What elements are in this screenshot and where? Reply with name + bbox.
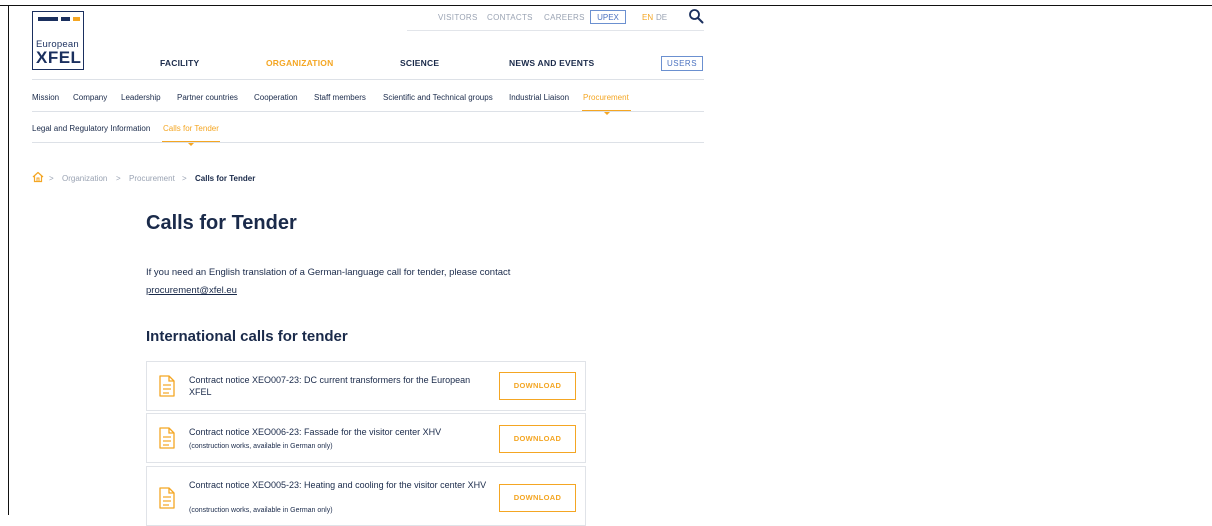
logo-bar: [61, 17, 70, 21]
subnav-staff-members[interactable]: Staff members: [314, 93, 366, 102]
nav-news-and-events[interactable]: NEWS AND EVENTS: [509, 58, 594, 68]
subnav-leadership[interactable]: Leadership: [121, 93, 161, 102]
subnav-scientific-technical-groups[interactable]: Scientific and Technical groups: [383, 93, 493, 102]
download-button[interactable]: DOWNLOAD: [499, 484, 576, 512]
nav-facility[interactable]: FACILITY: [160, 58, 199, 68]
tender-title[interactable]: Contract notice XEO007-23: DC current tr…: [189, 374, 489, 398]
main-nav-divider: [32, 79, 704, 80]
subnav-procurement[interactable]: Procurement: [583, 93, 629, 102]
users-button[interactable]: USERS: [661, 56, 703, 71]
subnav-calls-for-tender[interactable]: Calls for Tender: [163, 124, 219, 133]
util-link-visitors[interactable]: VISITORS: [438, 13, 478, 22]
frame-top-border: [0, 5, 1212, 6]
language-de[interactable]: DE: [656, 13, 667, 22]
tender-card: Contract notice XEO007-23: DC current tr…: [146, 361, 586, 411]
tender-title[interactable]: Contract notice XEO006-23: Fassade for t…: [189, 426, 489, 438]
nav-science[interactable]: SCIENCE: [400, 58, 439, 68]
tender-note: (construction works, available in German…: [189, 443, 333, 450]
subnav-partner-countries[interactable]: Partner countries: [177, 93, 238, 102]
language-en[interactable]: EN: [642, 13, 653, 22]
tender-note: (construction works, available in German…: [189, 507, 333, 514]
subsubnav-active-indicator-arrow: [188, 143, 194, 146]
nav-organization[interactable]: ORGANIZATION: [266, 58, 333, 68]
subnav-legal-regulatory[interactable]: Legal and Regulatory Information: [32, 124, 150, 133]
logo-bar-accent: [73, 17, 80, 21]
document-icon: [159, 375, 175, 397]
subnav-active-indicator-arrow: [604, 112, 610, 115]
breadcrumb-separator: >: [49, 174, 54, 183]
util-link-careers[interactable]: CAREERS: [544, 13, 585, 22]
breadcrumb-current: Calls for Tender: [195, 174, 256, 183]
subnav-mission[interactable]: Mission: [32, 93, 59, 102]
download-button[interactable]: DOWNLOAD: [499, 372, 576, 400]
subnav-industrial-liaison[interactable]: Industrial Liaison: [509, 93, 569, 102]
procurement-email-link[interactable]: procurement@xfel.eu: [146, 285, 237, 296]
document-icon: [159, 487, 175, 509]
logo-bar: [38, 17, 58, 21]
tender-title[interactable]: Contract notice XEO005-23: Heating and c…: [189, 479, 489, 491]
breadcrumb-procurement[interactable]: Procurement: [129, 174, 175, 183]
subnav-cooperation[interactable]: Cooperation: [254, 93, 298, 102]
european-xfel-logo[interactable]: European XFEL: [32, 11, 84, 70]
download-button[interactable]: DOWNLOAD: [499, 425, 576, 453]
sub-nav-divider: [32, 111, 704, 112]
util-link-contacts[interactable]: CONTACTS: [487, 13, 533, 22]
intro-text: If you need an English translation of a …: [146, 267, 511, 278]
breadcrumb-separator: >: [116, 174, 121, 183]
tender-card: Contract notice XEO005-23: Heating and c…: [146, 466, 586, 526]
search-icon[interactable]: [688, 8, 704, 24]
home-icon[interactable]: [32, 171, 44, 183]
section-title: International calls for tender: [146, 328, 348, 345]
tender-card: Contract notice XEO006-23: Fassade for t…: [146, 413, 586, 463]
utility-divider: [407, 30, 704, 31]
upex-button[interactable]: UPEX: [590, 10, 626, 24]
document-icon: [159, 427, 175, 449]
sub-sub-nav-divider: [32, 142, 704, 143]
breadcrumb-separator: >: [182, 174, 187, 183]
page-title: Calls for Tender: [146, 212, 297, 234]
frame-left-border: [8, 5, 9, 515]
logo-text-xfel: XFEL: [36, 48, 82, 67]
subnav-company[interactable]: Company: [73, 93, 107, 102]
breadcrumb-organization[interactable]: Organization: [62, 174, 107, 183]
